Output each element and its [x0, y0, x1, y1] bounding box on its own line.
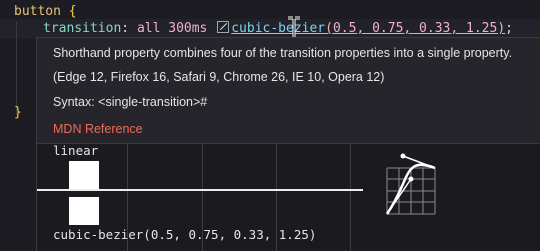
property-description: Shorthand property combines four of the … — [53, 46, 513, 60]
easing-preview: linear cubic-bezier(0.5, 0.75, 0.33, 1.2… — [37, 143, 540, 251]
colon: : — [121, 21, 130, 36]
indent-guide — [16, 22, 17, 114]
duration-value: 300ms — [168, 21, 208, 36]
bezier-preview-box — [69, 197, 99, 225]
hover-tooltip: Shorthand property combines four of the … — [36, 37, 540, 251]
semicolon: ; — [505, 21, 513, 36]
css-property: transition — [43, 21, 122, 36]
value-keyword: all — [136, 21, 161, 36]
function-args: (0.5, 0.75, 0.33, 1.25) — [325, 21, 506, 36]
function-name: cubic-bezier — [231, 21, 326, 36]
mdn-reference-link[interactable]: MDN Reference — [53, 122, 143, 136]
bezier-curve-graph — [385, 153, 436, 215]
browser-support: (Edge 12, Firefox 16, Safari 9, Chrome 2… — [53, 70, 385, 84]
easing-swatch-icon[interactable] — [217, 21, 230, 33]
bezier-label: cubic-bezier(0.5, 0.75, 0.33, 1.25) — [53, 227, 317, 242]
code-line-transition[interactable]: transition: all 300ms cubic-bezier(0.5, … — [43, 20, 513, 38]
linear-preview-box — [69, 161, 99, 189]
preview-baseline — [37, 189, 363, 191]
linear-label: linear — [53, 143, 99, 158]
syntax-text: Syntax: <single-transition># — [53, 95, 208, 109]
preview-gridline — [350, 144, 351, 251]
close-brace: } — [14, 105, 22, 120]
code-line-close[interactable]: } — [14, 104, 22, 122]
css-selector: button — [14, 4, 61, 19]
open-brace: { — [68, 4, 77, 19]
code-line-selector[interactable]: button { — [14, 3, 77, 21]
code-editor[interactable]: button { transition: all 300ms cubic-bez… — [0, 0, 540, 251]
